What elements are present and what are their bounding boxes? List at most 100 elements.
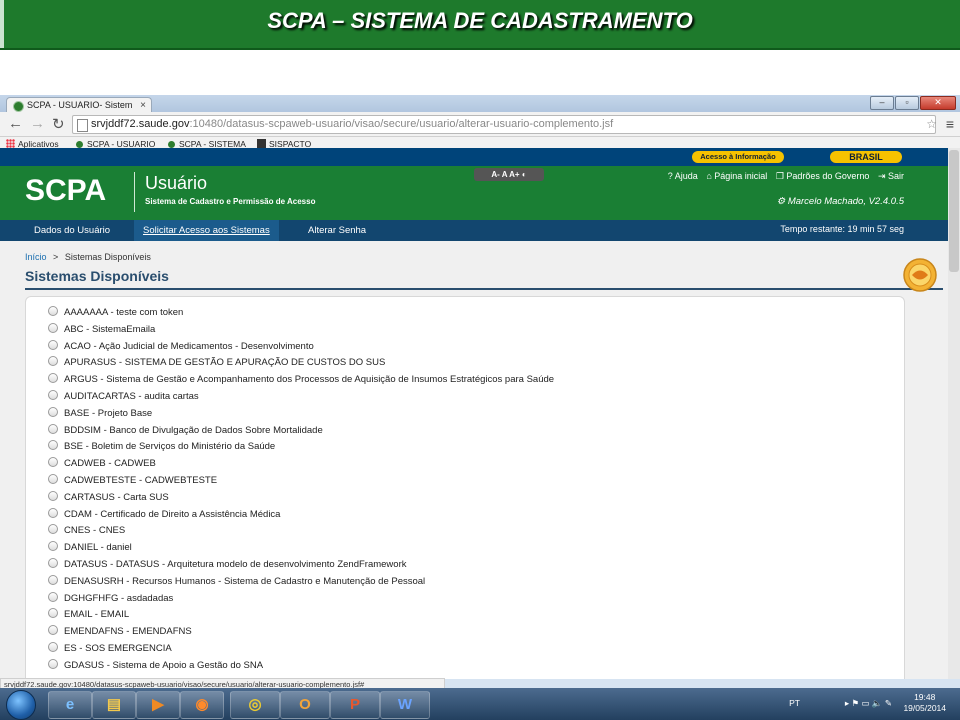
radio-button[interactable] xyxy=(48,406,58,417)
scpa-logo[interactable]: SCPA xyxy=(25,174,106,208)
access-info-button[interactable]: Acesso à Informação xyxy=(692,151,784,163)
browser-tab[interactable]: SCPA - USUARIO- Sistema × xyxy=(6,97,152,113)
nav-change-password[interactable]: Alterar Senha xyxy=(308,220,366,241)
clock-time: 19:48 xyxy=(914,692,936,702)
header-links: ? Ajuda ⌂ Página inicial ❐ Padrões do Go… xyxy=(662,171,904,182)
system-option[interactable]: CADWEB - CADWEB xyxy=(48,456,554,473)
scrollbar-thumb[interactable] xyxy=(949,150,959,272)
radio-button[interactable] xyxy=(48,608,58,619)
back-icon[interactable]: ← xyxy=(8,115,23,132)
system-option[interactable]: DENASUSRH - Recursos Humanos - Sistema d… xyxy=(48,574,554,591)
system-label: DGHGFHFG - asdadadas xyxy=(64,592,174,604)
vertical-scrollbar[interactable] xyxy=(948,148,960,679)
system-option[interactable]: CARTASUS - Carta SUS xyxy=(48,490,554,507)
system-option[interactable]: DGHGFHFG - asdadadas xyxy=(48,591,554,608)
radio-button[interactable] xyxy=(48,339,58,350)
font-size-controls[interactable]: A- A A+ ◐ xyxy=(474,168,544,181)
system-option[interactable]: AUDITACARTAS - audita cartas xyxy=(48,389,554,406)
outlook-icon[interactable]: O xyxy=(280,691,330,719)
radio-button[interactable] xyxy=(48,641,58,652)
slide-title: SCPA – SISTEMA DE CADASTRAMENTO xyxy=(267,8,693,33)
tray-icons[interactable]: ▸ ⚑ ▭ 🔈 ✎ xyxy=(845,698,892,709)
bookmark-star-icon[interactable]: ☆ xyxy=(926,116,937,133)
radio-button[interactable] xyxy=(48,574,58,585)
menu-icon[interactable]: ≡ xyxy=(946,116,954,132)
radio-button[interactable] xyxy=(48,389,58,400)
logout-link[interactable]: ⇥ Sair xyxy=(878,171,904,181)
gear-icon: ⚙ xyxy=(776,196,788,207)
nav-user-data[interactable]: Dados do Usuário xyxy=(34,220,110,241)
radio-button[interactable] xyxy=(48,658,58,669)
radio-button[interactable] xyxy=(48,591,58,602)
radio-button[interactable] xyxy=(48,423,58,434)
reload-icon[interactable]: ↻ xyxy=(52,115,65,133)
taskbar: e ▤ ▶ ◉ ◎ O P W PT ▸ ⚑ ▭ 🔈 ✎ 19:48 19/05… xyxy=(0,688,960,720)
radio-button[interactable] xyxy=(48,457,58,468)
system-option[interactable]: ACAO - Ação Judicial de Medicamentos - D… xyxy=(48,339,554,356)
tab-close-icon[interactable]: × xyxy=(140,98,146,113)
radio-button[interactable] xyxy=(48,557,58,568)
explorer-icon[interactable]: ▤ xyxy=(92,691,136,719)
maximize-button[interactable]: ▫ xyxy=(895,96,919,110)
page-title: Sistemas Disponíveis xyxy=(25,268,943,290)
radio-button[interactable] xyxy=(48,306,58,316)
system-label: BDDSIM - Banco de Divulgação de Dados So… xyxy=(64,424,323,436)
breadcrumb-home[interactable]: Início xyxy=(25,252,47,262)
minimize-button[interactable]: – xyxy=(870,96,894,110)
home-link[interactable]: ⌂ Página inicial xyxy=(706,171,767,181)
system-option[interactable]: AAAAAAA - teste com token xyxy=(48,305,554,322)
language-indicator[interactable]: PT xyxy=(789,698,800,708)
gov-standards-link[interactable]: ❐ Padrões do Governo xyxy=(776,171,870,181)
system-option[interactable]: CADWEBTESTE - CADWEBTESTE xyxy=(48,473,554,490)
system-option[interactable]: ABC - SistemaEmaila xyxy=(48,322,554,339)
system-option[interactable]: BSE - Boletim de Serviços do Ministério … xyxy=(48,439,554,456)
help-link[interactable]: ? Ajuda xyxy=(668,171,698,181)
nav-request-access[interactable]: Solicitar Acesso aos Sistemas xyxy=(134,220,279,241)
system-option[interactable]: CDAM - Certificado de Direito a Assistên… xyxy=(48,507,554,524)
radio-button[interactable] xyxy=(48,356,58,367)
breadcrumb-separator: > xyxy=(53,252,59,262)
clock[interactable]: 19:48 19/05/2014 xyxy=(903,692,946,714)
radio-button[interactable] xyxy=(48,322,58,333)
radio-button[interactable] xyxy=(48,507,58,518)
system-option[interactable]: EMAIL - EMAIL xyxy=(48,607,554,624)
ie-icon[interactable]: e xyxy=(48,691,92,719)
tab-bar: SCPA - USUARIO- Sistema × – ▫ ✕ xyxy=(0,95,960,113)
radio-button[interactable] xyxy=(48,440,58,451)
site-header: SCPA Usuário Sistema de Cadastro e Permi… xyxy=(0,166,948,220)
close-window-button[interactable]: ✕ xyxy=(920,96,956,110)
system-option[interactable]: GDASUS - Sistema de Apoio a Gestão do SN… xyxy=(48,658,554,675)
system-option[interactable]: BDDSIM - Banco de Divulgação de Dados So… xyxy=(48,423,554,440)
system-option[interactable]: ARGUS - Sistema de Gestão e Acompanhamen… xyxy=(48,372,554,389)
system-label: AAAAAAA - teste com token xyxy=(64,307,184,318)
powerpoint-icon[interactable]: P xyxy=(330,691,380,719)
slide-title-bar: SCPA – SISTEMA DE CADASTRAMENTO xyxy=(0,0,960,50)
system-option[interactable]: ES - SOS EMERGENCIA xyxy=(48,641,554,658)
system-option[interactable]: APURASUS - SISTEMA DE GESTÃO E APURAÇÃO … xyxy=(48,355,554,372)
word-icon[interactable]: W xyxy=(380,691,430,719)
system-label: ES - SOS EMERGENCIA xyxy=(64,642,172,654)
radio-button[interactable] xyxy=(48,524,58,535)
system-option[interactable]: DATASUS - DATASUS - Arquitetura modelo d… xyxy=(48,557,554,574)
radio-button[interactable] xyxy=(48,373,58,384)
firefox-icon[interactable]: ◉ xyxy=(180,691,224,719)
radio-button[interactable] xyxy=(48,473,58,484)
favicon-icon xyxy=(13,101,24,112)
system-option[interactable]: CNES - CNES xyxy=(48,523,554,540)
radio-button[interactable] xyxy=(48,541,58,552)
system-option[interactable]: BASE - Projeto Base xyxy=(48,406,554,423)
system-label: AUDITACARTAS - audita cartas xyxy=(64,390,199,402)
system-option[interactable]: EMENDAFNS - EMENDAFNS xyxy=(48,624,554,641)
start-button[interactable] xyxy=(6,690,36,720)
systems-panel: AAAAAAA - teste com token ABC - SistemaEm… xyxy=(25,296,905,679)
system-label: APURASUS - SISTEMA DE GESTÃO E APURAÇÃO … xyxy=(64,357,386,369)
brasil-button[interactable]: BRASIL xyxy=(830,151,902,163)
address-bar[interactable]: srvjddf72.saude.gov:10480/datasus-scpawe… xyxy=(72,115,937,134)
user-name-version: Marcelo Machado, V2.4.0.5 xyxy=(787,196,904,207)
chrome-icon[interactable]: ◎ xyxy=(230,691,280,719)
system-option[interactable]: DANIEL - daniel xyxy=(48,540,554,557)
media-player-icon[interactable]: ▶ xyxy=(136,691,180,719)
radio-button[interactable] xyxy=(48,490,58,501)
radio-button[interactable] xyxy=(48,625,58,636)
forward-icon[interactable]: → xyxy=(30,115,45,132)
